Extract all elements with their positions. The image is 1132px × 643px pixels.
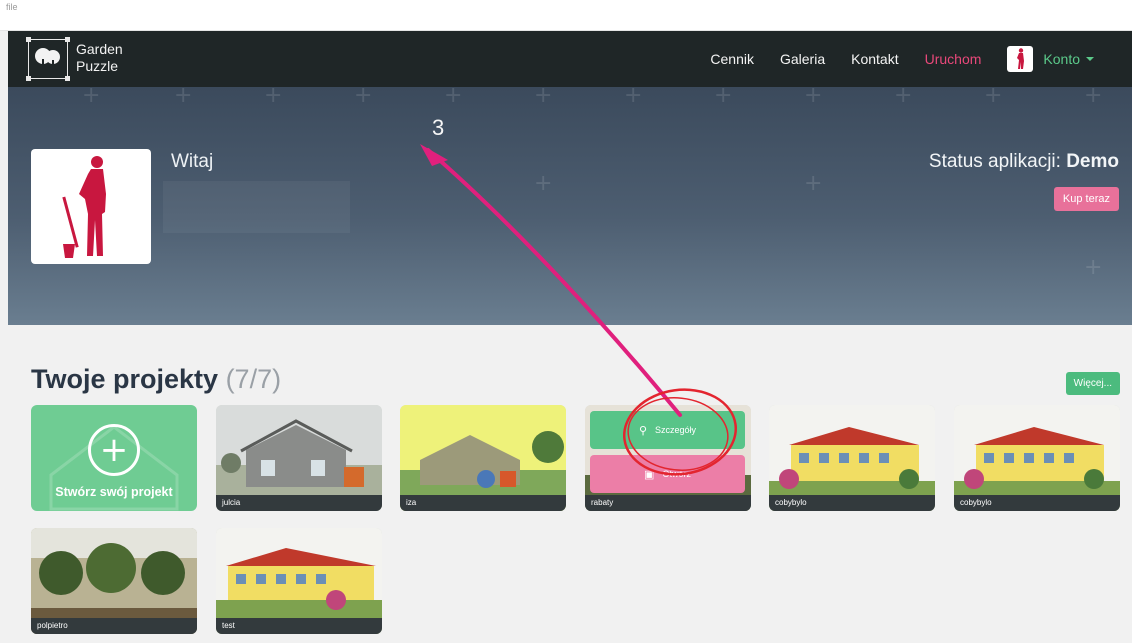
- more-button[interactable]: Więcej...: [1065, 372, 1120, 395]
- navbar: Garden Puzzle Cennik Galeria Kontakt Uru…: [8, 31, 1132, 87]
- account-menu[interactable]: Konto: [1007, 46, 1094, 72]
- projects-heading: Twoje projekty (7/7): [31, 364, 281, 395]
- plus-pattern-icon: +: [804, 87, 823, 108]
- project-card-label: cobybylo: [954, 495, 1120, 511]
- gardener-icon: [62, 155, 106, 258]
- nav-links: Cennik Galeria Kontakt Uruchom Konto: [684, 31, 1094, 87]
- project-card-label: polpietro: [31, 618, 197, 634]
- plus-pattern-icon: +: [264, 87, 283, 108]
- garden-puzzle-logo-icon[interactable]: [26, 37, 70, 81]
- open-label: Otwórz: [662, 469, 691, 479]
- chevron-down-icon: [1086, 57, 1094, 61]
- project-card-label: rabaty: [585, 495, 751, 511]
- plus-pattern-icon: +: [984, 87, 1003, 108]
- project-card-iza[interactable]: iza: [400, 405, 566, 511]
- magnifier-icon: ⚲: [638, 424, 648, 437]
- brand-name[interactable]: Garden Puzzle: [76, 41, 123, 75]
- status-value: Demo: [1066, 151, 1119, 172]
- garden-puzzle-small-icon: ▣: [644, 468, 655, 481]
- project-card-polpietro[interactable]: polpietro: [31, 528, 197, 634]
- nav-kontakt[interactable]: Kontakt: [851, 51, 898, 67]
- project-card-label: julcia: [216, 495, 382, 511]
- project-card-cobybylo[interactable]: cobybylo: [769, 405, 935, 511]
- create-project-card[interactable]: + Stwórz swój projekt: [31, 405, 197, 511]
- project-card-label: test: [216, 618, 382, 634]
- plus-pattern-icon: +: [82, 87, 101, 108]
- buy-now-button[interactable]: Kup teraz: [1053, 187, 1119, 211]
- project-card-label: cobybylo: [769, 495, 935, 511]
- user-avatar[interactable]: [31, 149, 151, 264]
- project-card-label: iza: [400, 495, 566, 511]
- nav-uruchom[interactable]: Uruchom: [925, 51, 982, 67]
- plus-pattern-icon: +: [534, 87, 553, 108]
- projects-count: (7/7): [225, 364, 282, 394]
- projects-title: Twoje projekty: [31, 364, 219, 394]
- plus-circle-icon: +: [88, 424, 140, 476]
- gardener-icon: [1017, 48, 1025, 69]
- plus-pattern-icon: +: [354, 87, 373, 108]
- plus-pattern-icon: +: [804, 171, 823, 196]
- open-button[interactable]: ▣ Otwórz: [590, 455, 745, 493]
- hero-banner: + + + + + + + + + + + + + + + Witaj Stat…: [8, 87, 1132, 325]
- plus-pattern-icon: +: [444, 87, 463, 108]
- status-prefix: Status aplikacji:: [928, 151, 1061, 172]
- greeting-text: Witaj: [171, 151, 214, 172]
- plus-pattern-icon: +: [534, 171, 553, 196]
- plus-pattern-icon: +: [894, 87, 913, 108]
- project-card-cobybylo-2[interactable]: cobybylo: [954, 405, 1120, 511]
- nav-galeria[interactable]: Galeria: [780, 51, 825, 67]
- brand-line-2: Puzzle: [76, 58, 119, 74]
- project-card-test[interactable]: test: [216, 528, 382, 634]
- account-label: Konto: [1043, 51, 1080, 67]
- annotation-number: 3: [432, 115, 445, 140]
- user-name-placeholder: [163, 181, 350, 233]
- browser-top-strip: file: [0, 0, 1132, 31]
- brand-line-1: Garden: [76, 41, 123, 57]
- nav-cennik[interactable]: Cennik: [710, 51, 754, 67]
- details-button[interactable]: ⚲ Szczegóły: [590, 411, 745, 449]
- plus-pattern-icon: +: [714, 87, 733, 108]
- project-card-julcia[interactable]: julcia: [216, 405, 382, 511]
- app-status: Status aplikacji: Demo: [929, 151, 1119, 173]
- details-label: Szczegóły: [655, 425, 697, 435]
- file-label: file: [6, 2, 18, 12]
- plus-pattern-icon: +: [1084, 87, 1103, 108]
- create-project-label: Stwórz swój projekt: [55, 485, 173, 499]
- plus-pattern-icon: +: [624, 87, 643, 108]
- plus-pattern-icon: +: [1084, 255, 1103, 280]
- plus-pattern-icon: +: [174, 87, 193, 108]
- account-avatar: [1007, 46, 1034, 72]
